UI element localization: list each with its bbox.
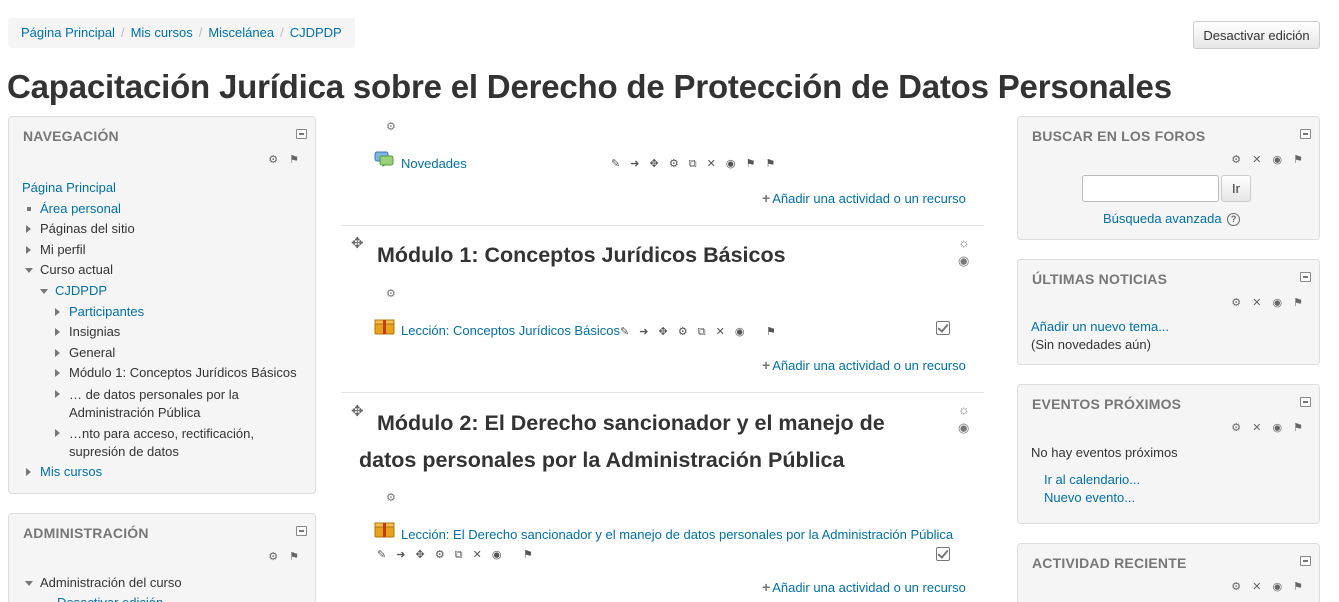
breadcrumb-course[interactable]: CJDPDP [290, 25, 342, 40]
activity-edit-icons[interactable]: ✎ ➜ ✥ ⚙ ⧉ ✕ ◉ ⚑ ⚑ [611, 157, 779, 171]
new-event-link[interactable]: Nuevo evento... [1044, 490, 1135, 505]
breadcrumb-separator: / [198, 25, 203, 40]
no-events-text: No hay eventos próximos [1031, 445, 1178, 460]
navigation-block-title: NAVEGACIÓN [23, 128, 119, 144]
forum-icon [374, 151, 394, 167]
group-mode-icon[interactable]: ⚑ [523, 548, 536, 561]
gear-icon[interactable]: ⚙ [386, 491, 396, 504]
section-title-module-1: Módulo 1: Conceptos Jurídicos Básicos [377, 243, 786, 267]
turn-editing-off-button[interactable]: Desactivar edición [1193, 21, 1320, 49]
add-activity-link[interactable]: + Añadir una actividad o un recurso [762, 190, 966, 206]
add-activity-label: Añadir una actividad o un recurso [772, 580, 966, 595]
nav-item-dashboard[interactable]: Área personal [27, 199, 297, 220]
section-divider [341, 225, 984, 226]
block-tools-icons[interactable]: ⚙ ✕ ◉ ⚑ [1231, 153, 1307, 166]
latest-news-block-title: ÚLTIMAS NOTICIAS [1032, 271, 1168, 287]
help-icon[interactable]: ? [1227, 213, 1241, 227]
nav-item-general[interactable]: General [55, 343, 297, 364]
administration-block: ADMINISTRACIÓN ⚙ ⚑ Administración del cu… [8, 513, 316, 602]
collapse-block-icon[interactable] [296, 129, 307, 139]
add-new-topic-link[interactable]: Añadir un nuevo tema... [1031, 319, 1169, 334]
add-activity-link[interactable]: + Añadir una actividad o un recurso [762, 579, 966, 595]
nav-item-my-courses[interactable]: Mis cursos [26, 462, 297, 483]
gear-icon[interactable]: ⚙ [386, 120, 396, 133]
nav-item-module-2[interactable]: … de datos personales por la Administrac… [55, 384, 274, 423]
admin-item-turn-editing-off[interactable]: Desactivar edición [57, 593, 163, 602]
visibility-eye-icon[interactable]: ◉ [958, 253, 969, 269]
move-section-icon[interactable]: ✥ [351, 234, 364, 252]
block-tools-icons[interactable]: ⚙ ✕ ◉ ⚑ [1231, 421, 1307, 434]
nav-item-site-pages[interactable]: Páginas del sitio [26, 219, 297, 240]
block-tools-icons[interactable]: ⚙ ⚑ [268, 550, 303, 563]
breadcrumb-separator: / [120, 25, 125, 40]
highlight-lightbulb-icon[interactable]: ☼ [958, 235, 970, 250]
block-tools-icons[interactable]: ⚙ ✕ ◉ ⚑ [1231, 580, 1307, 593]
navigation-tree: Página Principal Área personal Páginas d… [22, 178, 297, 483]
nav-item-participants[interactable]: Participantes [55, 302, 297, 323]
nav-item-current-course[interactable]: Curso actual [25, 260, 297, 281]
navigation-block: NAVEGACIÓN ⚙ ⚑ Página Principal Área per… [8, 116, 316, 494]
recent-activity-block: ACTIVIDAD RECIENTE ⚙ ✕ ◉ ⚑ [1017, 543, 1320, 602]
nav-item-module-1[interactable]: Módulo 1: Conceptos Jurídicos Básicos [55, 363, 297, 384]
lesson-icon [374, 522, 395, 538]
collapse-block-icon[interactable] [1300, 129, 1311, 139]
breadcrumb: Página Principal / Mis cursos / Miscelánea / C… [8, 18, 355, 48]
activity-link-news-forum[interactable]: Novedades [401, 156, 467, 171]
admin-item-course-administration[interactable]: Administración del curso [25, 573, 182, 593]
breadcrumb-home[interactable]: Página Principal [21, 25, 115, 40]
breadcrumb-separator: / [280, 25, 284, 40]
breadcrumb-my-courses[interactable]: Mis cursos [131, 25, 193, 40]
group-mode-icon[interactable]: ⚑ [766, 325, 779, 338]
lesson-icon [374, 319, 395, 335]
section-title-module-2-line-1: Módulo 2: El Derecho sancionador y el ma… [377, 411, 885, 435]
forum-search-block-title: BUSCAR EN LOS FOROS [1032, 128, 1206, 144]
advanced-search-link[interactable]: Búsqueda avanzada [1103, 211, 1222, 226]
plus-icon: + [762, 357, 771, 373]
advanced-search-row: Búsqueda avanzada ? [1103, 211, 1241, 227]
block-tools-icons[interactable]: ⚙ ⚑ [268, 153, 303, 166]
nav-item-course-cjdpdp[interactable]: CJDPDP [40, 281, 297, 302]
nav-item-module-3[interactable]: …nto para acceso, rectificación, supresi… [55, 423, 274, 462]
move-section-icon[interactable]: ✥ [351, 402, 364, 420]
no-news-text: (Sin novedades aún) [1031, 337, 1151, 352]
add-activity-label: Añadir una actividad o un recurso [772, 191, 966, 206]
nav-item-home[interactable]: Página Principal [22, 178, 297, 199]
administration-block-title: ADMINISTRACIÓN [23, 525, 149, 541]
collapse-block-icon[interactable] [1300, 397, 1311, 407]
forum-search-input[interactable] [1082, 175, 1219, 202]
section-title-module-2-line-2: datos personales por la Administración P… [359, 448, 845, 472]
visibility-eye-icon[interactable]: ◉ [958, 420, 969, 436]
plus-icon: + [762, 190, 771, 206]
upcoming-events-block: EVENTOS PRÓXIMOS ⚙ ✕ ◉ ⚑ No hay eventos … [1017, 384, 1320, 524]
collapse-block-icon[interactable] [296, 526, 307, 536]
add-activity-label: Añadir una actividad o un recurso [772, 358, 966, 373]
activity-edit-icons[interactable]: ✎ ➜ ✥ ⚙ ⧉ ✕ ◉ [377, 548, 505, 562]
forum-search-go-button[interactable]: Ir [1221, 175, 1251, 202]
latest-news-block: ÚLTIMAS NOTICIAS ⚙ ✕ ◉ ⚑ Añadir un nuevo… [1017, 259, 1320, 365]
block-tools-icons[interactable]: ⚙ ✕ ◉ ⚑ [1231, 296, 1307, 309]
gear-icon[interactable]: ⚙ [386, 287, 396, 300]
recent-activity-block-title: ACTIVIDAD RECIENTE [1032, 555, 1187, 571]
nav-item-badges[interactable]: Insignias [55, 322, 297, 343]
nav-item-my-profile[interactable]: Mi perfil [26, 240, 297, 261]
forum-search-block: BUSCAR EN LOS FOROS ⚙ ✕ ◉ ⚑ Ir Búsqueda … [1017, 116, 1320, 240]
plus-icon: + [762, 579, 771, 595]
collapse-block-icon[interactable] [1300, 556, 1311, 566]
add-activity-link[interactable]: + Añadir una actividad o un recurso [762, 357, 966, 373]
activity-edit-icons[interactable]: ✎ ➜ ✥ ⚙ ⧉ ✕ ◉ [620, 325, 748, 339]
activity-link-lesson-module-2[interactable]: Lección: El Derecho sancionador y el man… [401, 527, 953, 542]
upcoming-events-block-title: EVENTOS PRÓXIMOS [1032, 396, 1182, 412]
activity-link-lesson-module-1[interactable]: Lección: Conceptos Jurídicos Básicos [401, 323, 620, 338]
collapse-block-icon[interactable] [1300, 272, 1311, 282]
breadcrumb-category[interactable]: Miscelánea [208, 25, 274, 40]
completion-checkbox-icon[interactable] [936, 321, 950, 335]
completion-checkbox-icon[interactable] [936, 547, 950, 561]
section-divider [341, 392, 984, 393]
highlight-lightbulb-icon[interactable]: ☼ [958, 402, 970, 417]
page-title: Capacitación Jurídica sobre el Derecho d… [7, 68, 1172, 105]
go-to-calendar-link[interactable]: Ir al calendario... [1044, 472, 1140, 487]
